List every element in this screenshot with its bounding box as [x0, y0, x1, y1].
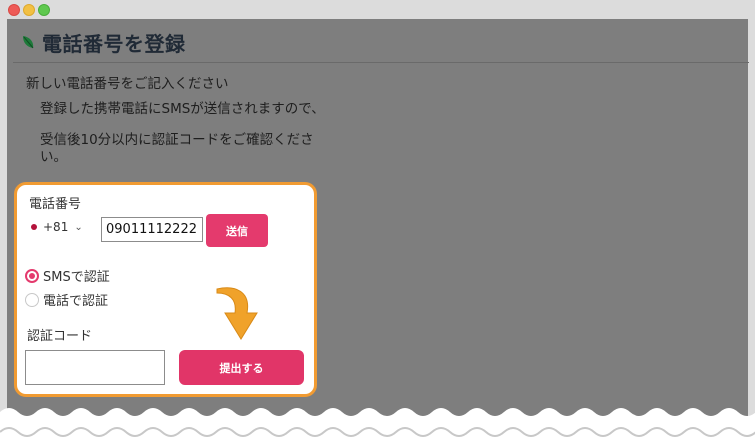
intro-text: 新しい電話番号をご記入ください	[26, 76, 229, 92]
submit-button[interactable]: 提出する	[179, 350, 304, 385]
arrow-down-icon	[216, 287, 258, 340]
minimize-window-button[interactable]	[23, 4, 35, 16]
phone-label: 電話番号	[29, 197, 82, 212]
radio-tel-label: 電話で認証	[43, 294, 109, 309]
japan-flag-icon	[31, 224, 37, 230]
page-title: 電話番号を登録	[42, 31, 186, 56]
radio-sms-indicator[interactable]	[25, 268, 39, 283]
code-label: 認証コード	[27, 329, 93, 344]
country-code-select[interactable]: +81 ⌄	[31, 220, 83, 234]
title-bar	[0, 0, 755, 19]
send-button[interactable]: 送信	[206, 214, 268, 247]
leaf-icon	[23, 36, 34, 49]
window-frame-right	[748, 19, 755, 446]
window-frame-left	[0, 19, 7, 446]
sms-note-text: 登録した携帯電話にSMSが送信されますので、	[40, 101, 325, 117]
country-code-value: +81	[43, 220, 69, 234]
radio-option-sms[interactable]: SMSで認証	[25, 266, 110, 285]
app-window: 電話番号を登録 新しい電話番号をご記入ください 登録した携帯電話にSMSが送信さ…	[0, 0, 755, 446]
confirm-note-text: 受信後10分以内に認証コードをご確認ください。	[40, 132, 314, 165]
verification-code-input[interactable]	[25, 350, 165, 385]
torn-edge-divider	[0, 408, 755, 446]
radio-option-tel[interactable]: 電話で認証	[25, 290, 108, 309]
page-header: 電話番号を登録	[20, 28, 186, 56]
maximize-window-button[interactable]	[38, 4, 50, 16]
phone-form-card: 電話番号 +81 ⌄ 送信 SMSで認証 電話で認証 認証コード 提出する	[14, 182, 317, 397]
phone-number-input[interactable]	[101, 217, 203, 242]
radio-tel-indicator[interactable]	[25, 292, 39, 307]
header-divider	[13, 62, 749, 63]
close-window-button[interactable]	[8, 4, 20, 16]
radio-sms-label: SMSで認証	[43, 270, 110, 285]
chevron-down-icon: ⌄	[74, 221, 83, 233]
